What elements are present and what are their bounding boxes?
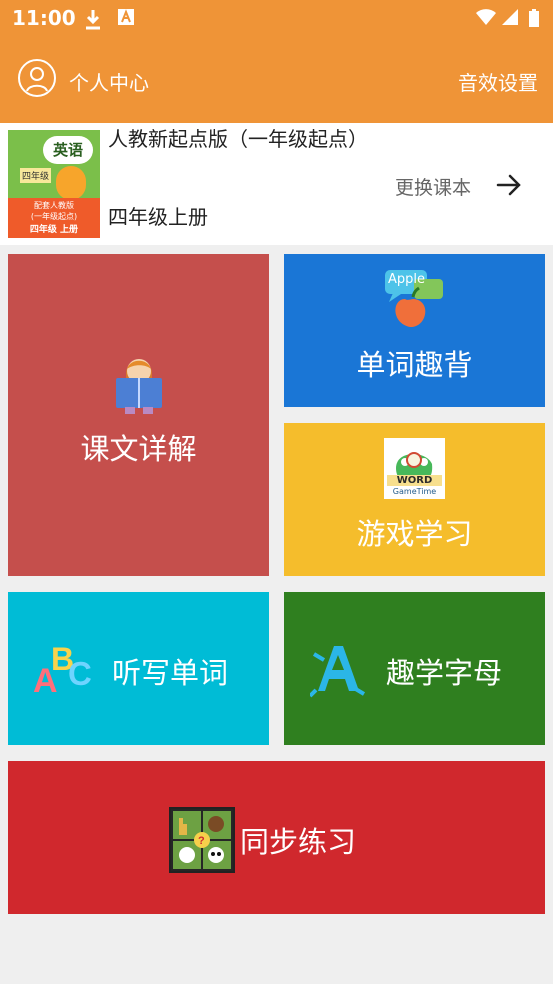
cover-publisher: 配套人教版 <box>34 201 74 210</box>
lesson-detail-tile[interactable]: 课文详解 <box>8 254 269 576</box>
cover-grade: 四年级 <box>20 168 52 183</box>
sync-practice-label: 同步练习 <box>240 825 357 859</box>
reading-girl-icon <box>116 359 162 414</box>
status-bar: 11:00 <box>0 0 553 38</box>
word-game-logo: WORD GameTime <box>384 438 445 499</box>
cover-bottom: 四年级 上册 <box>29 225 79 235</box>
word-dictation-tile[interactable]: A B C 听写单词 <box>8 592 269 745</box>
game-learning-tile[interactable]: WORD GameTime 游戏学习 <box>284 423 545 576</box>
word-memory-tile[interactable]: Apple 单词趣背 <box>284 254 545 407</box>
word-logo-text: WORD <box>387 475 442 486</box>
cover-title: 英语 <box>43 136 93 164</box>
wifi-icon <box>476 9 496 25</box>
svg-text:?: ? <box>198 835 205 847</box>
app-notification-icon <box>118 9 134 25</box>
book-grade: 四年级上册 <box>108 205 208 229</box>
arrow-right-icon[interactable] <box>495 171 523 199</box>
book-cover-image: 英语 四年级 配套人教版 (一年级起点) 四年级 上册 <box>8 130 100 238</box>
apple-word-label: Apple <box>388 272 426 287</box>
status-time: 11:00 <box>12 6 76 30</box>
book-name: 人教新起点版（一年级起点） <box>108 127 368 151</box>
lesson-detail-label: 课文详解 <box>80 432 197 466</box>
top-bar: 个人中心 音效设置 <box>0 45 553 115</box>
signal-icon <box>502 9 518 25</box>
game-learning-label: 游戏学习 <box>356 517 473 551</box>
word-memory-label: 单词趣背 <box>356 348 473 382</box>
battery-icon <box>529 9 539 27</box>
app-header: 11:00 个人中心 音效设置 <box>0 0 553 123</box>
word-dictation-label: 听写单词 <box>111 656 228 690</box>
letter-learning-tile[interactable]: 趣学字母 <box>284 592 545 745</box>
change-textbook-button[interactable]: 更换课本 <box>395 173 471 200</box>
personal-center-link[interactable]: 个人中心 <box>69 67 149 96</box>
cover-subtitle: (一年级起点) <box>30 212 78 221</box>
sync-practice-tile[interactable]: ? 同步练习 <box>8 761 545 914</box>
user-icon <box>26 67 48 92</box>
textbook-card[interactable]: 英语 四年级 配套人教版 (一年级起点) 四年级 上册 人教新起点版（一年级起点… <box>0 123 553 245</box>
sound-settings-button[interactable]: 音效设置 <box>458 67 538 96</box>
animal-practice-icon: ? <box>169 807 235 873</box>
letter-learning-label: 趣学字母 <box>385 656 502 690</box>
download-icon <box>86 10 100 30</box>
gametime-logo-text: GameTime <box>392 487 437 496</box>
avatar[interactable] <box>18 59 56 97</box>
